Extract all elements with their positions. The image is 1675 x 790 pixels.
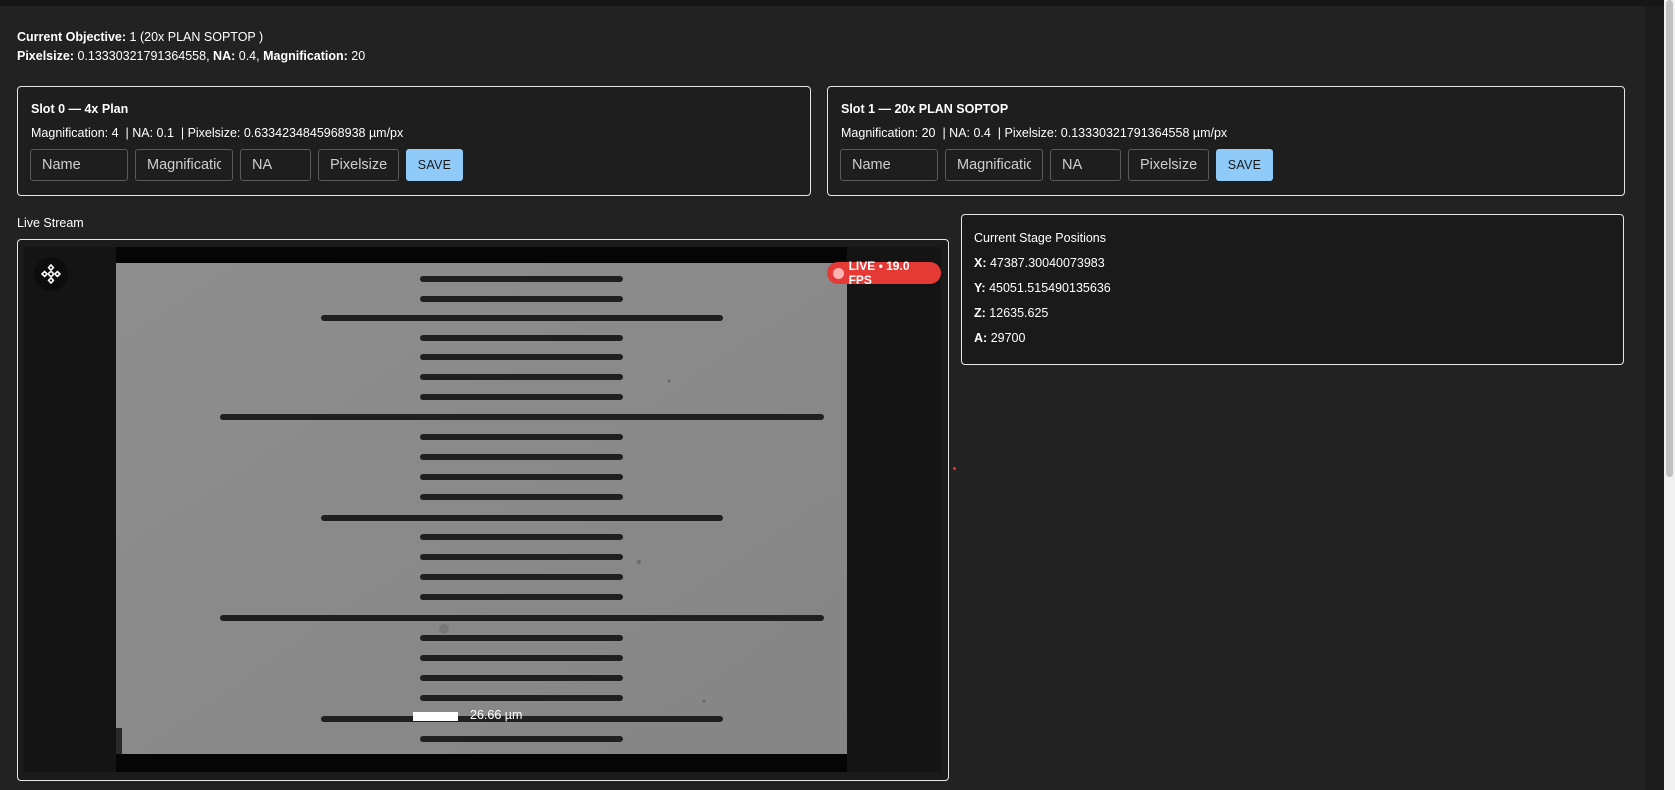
current-objective-line: Current Objective: 1 (20x PLAN SOPTOP ) xyxy=(17,28,263,46)
stage-z-row: Z: 12635.625 xyxy=(974,306,1048,320)
pixelsize-label: Pixelsize: xyxy=(17,49,74,63)
stage-z-value: 12635.625 xyxy=(989,306,1049,320)
slot-0-save-button[interactable]: SAVE xyxy=(406,149,463,181)
slot-1-pixelsize-input[interactable] xyxy=(1128,149,1209,181)
stage-a-label: A: xyxy=(974,331,988,345)
stage-y-value: 45051.515490135636 xyxy=(989,281,1111,295)
stage-y-row: Y: 45051.515490135636 xyxy=(974,281,1111,295)
slot-1-magnification-input[interactable] xyxy=(945,149,1043,181)
stage-a-value: 29700 xyxy=(990,331,1026,345)
live-indicator-dot xyxy=(833,267,844,279)
live-stream-label: Live Stream xyxy=(17,216,84,230)
stage-z-label: Z: xyxy=(974,306,986,320)
live-status-badge: LIVE • 19.0 FPS xyxy=(827,259,941,287)
slot-1-card: Slot 1 — 20x PLAN SOPTOP Magnification: … xyxy=(827,86,1625,196)
joystick-button[interactable] xyxy=(34,257,68,291)
scale-bar xyxy=(413,712,458,721)
slot-1-details: Magnification: 20 | NA: 0.4 | Pixelsize:… xyxy=(841,126,1228,140)
slot-0-na-input[interactable] xyxy=(240,149,311,181)
live-stream-panel: LIVE • 19.0 FPS 26.66 µm xyxy=(17,239,949,781)
slot-0-pixelsize-input[interactable] xyxy=(318,149,399,181)
slot-0-name-input[interactable] xyxy=(30,149,128,181)
live-fps-text: LIVE • 19.0 FPS xyxy=(848,259,910,287)
page-scrollbar-thumb[interactable] xyxy=(1666,0,1673,477)
slot-0-magnification-input[interactable] xyxy=(135,149,233,181)
magnification-value: 20 xyxy=(351,49,366,63)
objective-params-line: Pixelsize: 0.13330321791364558, NA: 0.4,… xyxy=(17,47,365,65)
stage-x-row: X: 47387.30040073983 xyxy=(974,256,1105,270)
na-value: 0.4, xyxy=(238,49,260,63)
stage-a-row: A: 29700 xyxy=(974,331,1025,345)
na-label: NA: xyxy=(213,49,236,63)
live-stream-viewport[interactable]: LIVE • 19.0 FPS 26.66 µm xyxy=(24,247,941,772)
slot-0-title: Slot 0 — 4x Plan xyxy=(31,102,129,116)
slot-0-card: Slot 0 — 4x Plan Magnification: 4 | NA: … xyxy=(17,86,811,196)
stage-positions-card: Current Stage Positions X: 47387.3004007… xyxy=(961,214,1624,365)
scale-bar-label: 26.66 µm xyxy=(470,708,523,722)
slot-1-na-input[interactable] xyxy=(1050,149,1121,181)
live-stream-image xyxy=(116,263,847,754)
stage-y-label: Y: xyxy=(974,281,986,295)
calibration-slide-image xyxy=(116,263,847,754)
stage-positions-title: Current Stage Positions xyxy=(974,231,1107,245)
pixelsize-value: 0.13330321791364558, xyxy=(77,49,210,63)
current-objective-label: Current Objective: xyxy=(17,30,127,44)
slot-1-title: Slot 1 — 20x PLAN SOPTOP xyxy=(841,102,1009,116)
slot-1-name-input[interactable] xyxy=(840,149,938,181)
current-objective-value: 1 (20x PLAN SOPTOP ) xyxy=(129,30,264,44)
slot-1-save-button[interactable]: SAVE xyxy=(1216,149,1273,181)
magnification-label: Magnification: xyxy=(263,49,348,63)
cursor-marker xyxy=(953,467,956,470)
slot-0-details: Magnification: 4 | NA: 0.1 | Pixelsize: … xyxy=(31,126,404,140)
stage-x-label: X: xyxy=(974,256,987,270)
stage-x-value: 47387.30040073983 xyxy=(989,256,1105,270)
joystick-icon xyxy=(41,264,61,284)
